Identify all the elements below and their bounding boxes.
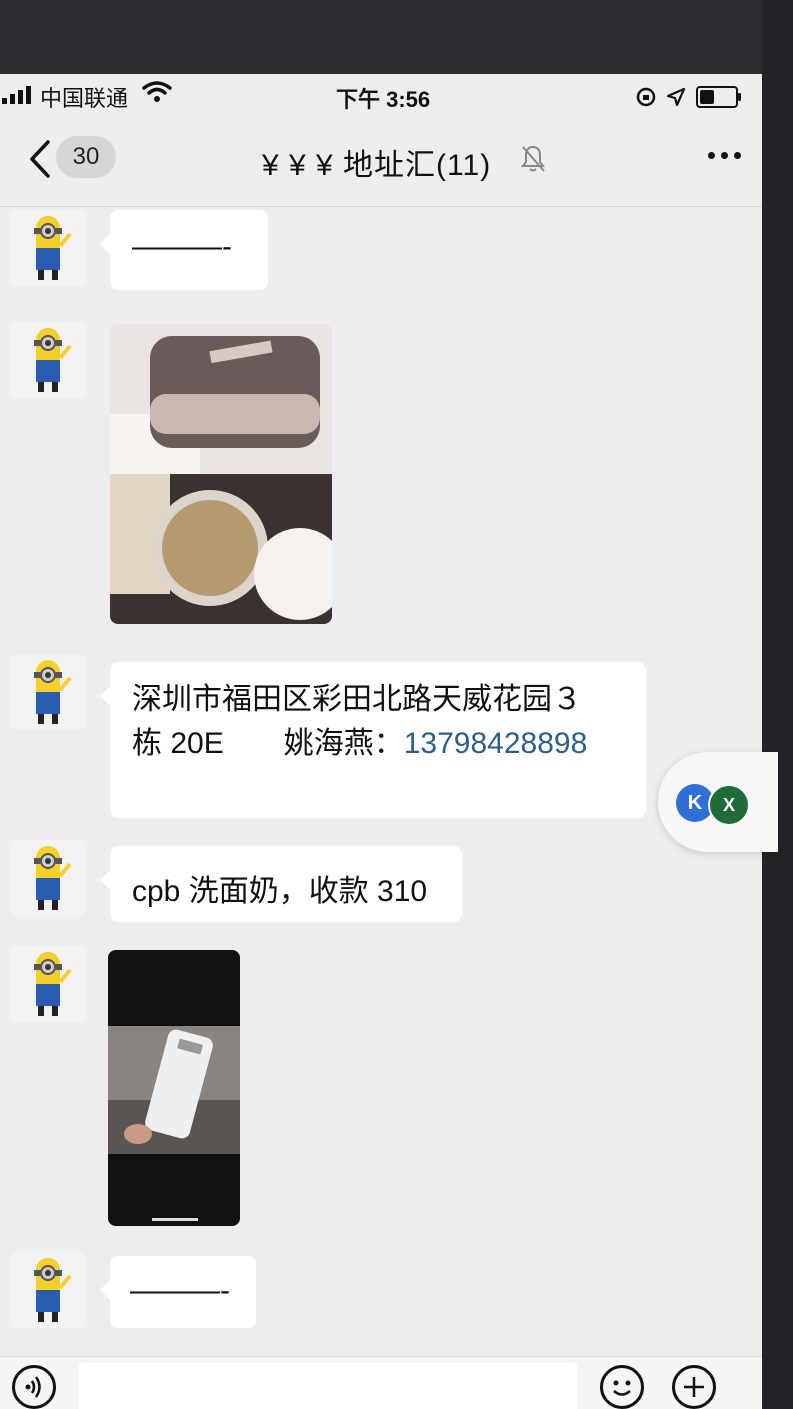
emoji-button[interactable] [600,1365,644,1409]
wifi-icon [142,81,172,102]
carrier-name: 中国联通 [40,86,129,111]
emoji-icon [613,1380,631,1396]
minion-avatar-icon [34,846,72,910]
contact-name: 栋 20E 姚海燕： [132,727,404,760]
cushion-compact-photo [110,324,332,624]
cleanser-tube-photo [108,950,240,1226]
more-actions-button[interactable] [672,1365,716,1409]
chat-header: 30 ¥ ¥ ¥ 地址汇(11) [0,118,762,207]
more-options-button[interactable] [708,152,741,159]
status-bar: 中国联通 下午 3:56 [0,74,762,118]
message-text: cpb 洗面奶，收款 310 [132,875,428,908]
avatar[interactable] [10,322,86,398]
voice-input-button[interactable] [12,1365,56,1409]
floating-app-badge: X [708,784,750,826]
unread-count-badge[interactable]: 30 [56,136,116,178]
avatar[interactable] [10,840,86,916]
phone-number-link[interactable]: 13798428898 [404,727,588,760]
address-line: 深圳市福田区彩田北路天威花园３ [132,683,582,716]
device-bezel-right [762,0,793,1409]
image-message[interactable] [110,324,332,624]
avatar[interactable] [10,210,86,286]
signal-icon [2,84,31,104]
device-bezel-top [0,0,793,74]
avatar[interactable] [10,654,86,730]
chat-title: ¥ ¥ ¥ 地址汇(11) [262,149,492,182]
avatar[interactable] [10,1252,86,1328]
status-time: 下午 3:56 [336,87,431,112]
message-text: ———- [132,230,232,263]
image-message[interactable] [108,950,240,1226]
message-bubble[interactable]: ———- [100,210,268,290]
voice-icon [25,1376,41,1398]
minion-avatar-icon [34,660,72,724]
minion-avatar-icon [34,1258,72,1322]
location-icon [666,87,686,107]
address-line: 栋 20E 姚海燕：13798428898 [132,722,632,766]
message-text: ———- [130,1274,230,1307]
plus-icon [684,1377,704,1397]
minion-avatar-icon [34,216,72,280]
minion-avatar-icon [34,952,72,1016]
floating-window[interactable]: K X [658,752,778,852]
mute-bell-icon [521,145,545,172]
chat-screen: 中国联通 下午 3:56 30 ¥ ¥ ¥ 地址汇(11) ———- 深圳市福田… [0,74,762,1409]
battery-icon [696,86,741,108]
rotation-lock-icon [636,87,656,107]
message-bubble[interactable]: cpb 洗面奶，收款 310 [100,846,462,922]
avatar[interactable] [10,946,86,1022]
chat-input-bar [0,1356,762,1409]
minion-avatar-icon [34,328,72,392]
message-bubble[interactable]: 深圳市福田区彩田北路天威花园３ 栋 20E 姚海燕：13798428898 [100,662,646,818]
message-input[interactable] [78,1363,578,1409]
message-bubble[interactable]: ———- [100,1256,256,1328]
